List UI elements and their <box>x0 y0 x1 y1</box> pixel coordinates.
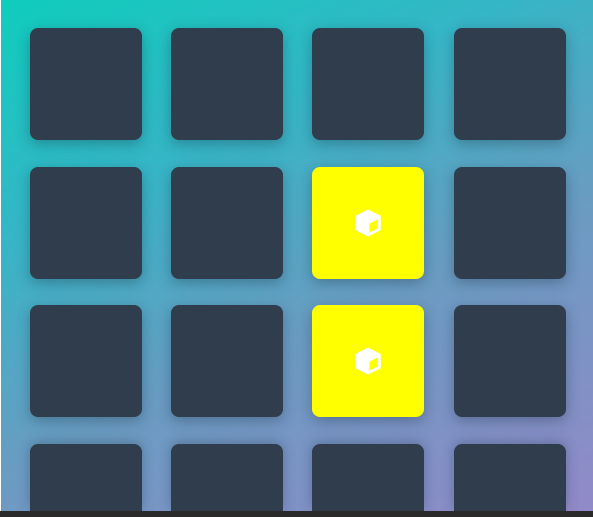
card-face-down[interactable] <box>312 444 424 511</box>
card-face-down[interactable] <box>30 167 142 279</box>
card-face-down[interactable] <box>30 305 142 417</box>
card-flipped[interactable] <box>312 305 424 417</box>
card-flipped[interactable] <box>312 167 424 279</box>
card-face-down[interactable] <box>171 28 283 140</box>
cube-icon <box>353 208 383 238</box>
card-face-down[interactable] <box>171 167 283 279</box>
cube-icon <box>353 346 383 376</box>
card-face-down[interactable] <box>454 305 566 417</box>
card-face-down[interactable] <box>30 28 142 140</box>
card-face-down[interactable] <box>171 444 283 511</box>
card-face-down[interactable] <box>454 444 566 511</box>
card-face-down[interactable] <box>454 28 566 140</box>
card-face-down[interactable] <box>30 444 142 511</box>
bottom-bar <box>0 511 593 517</box>
game-board <box>1 0 593 511</box>
card-face-down[interactable] <box>312 28 424 140</box>
card-face-down[interactable] <box>454 167 566 279</box>
card-face-down[interactable] <box>171 305 283 417</box>
